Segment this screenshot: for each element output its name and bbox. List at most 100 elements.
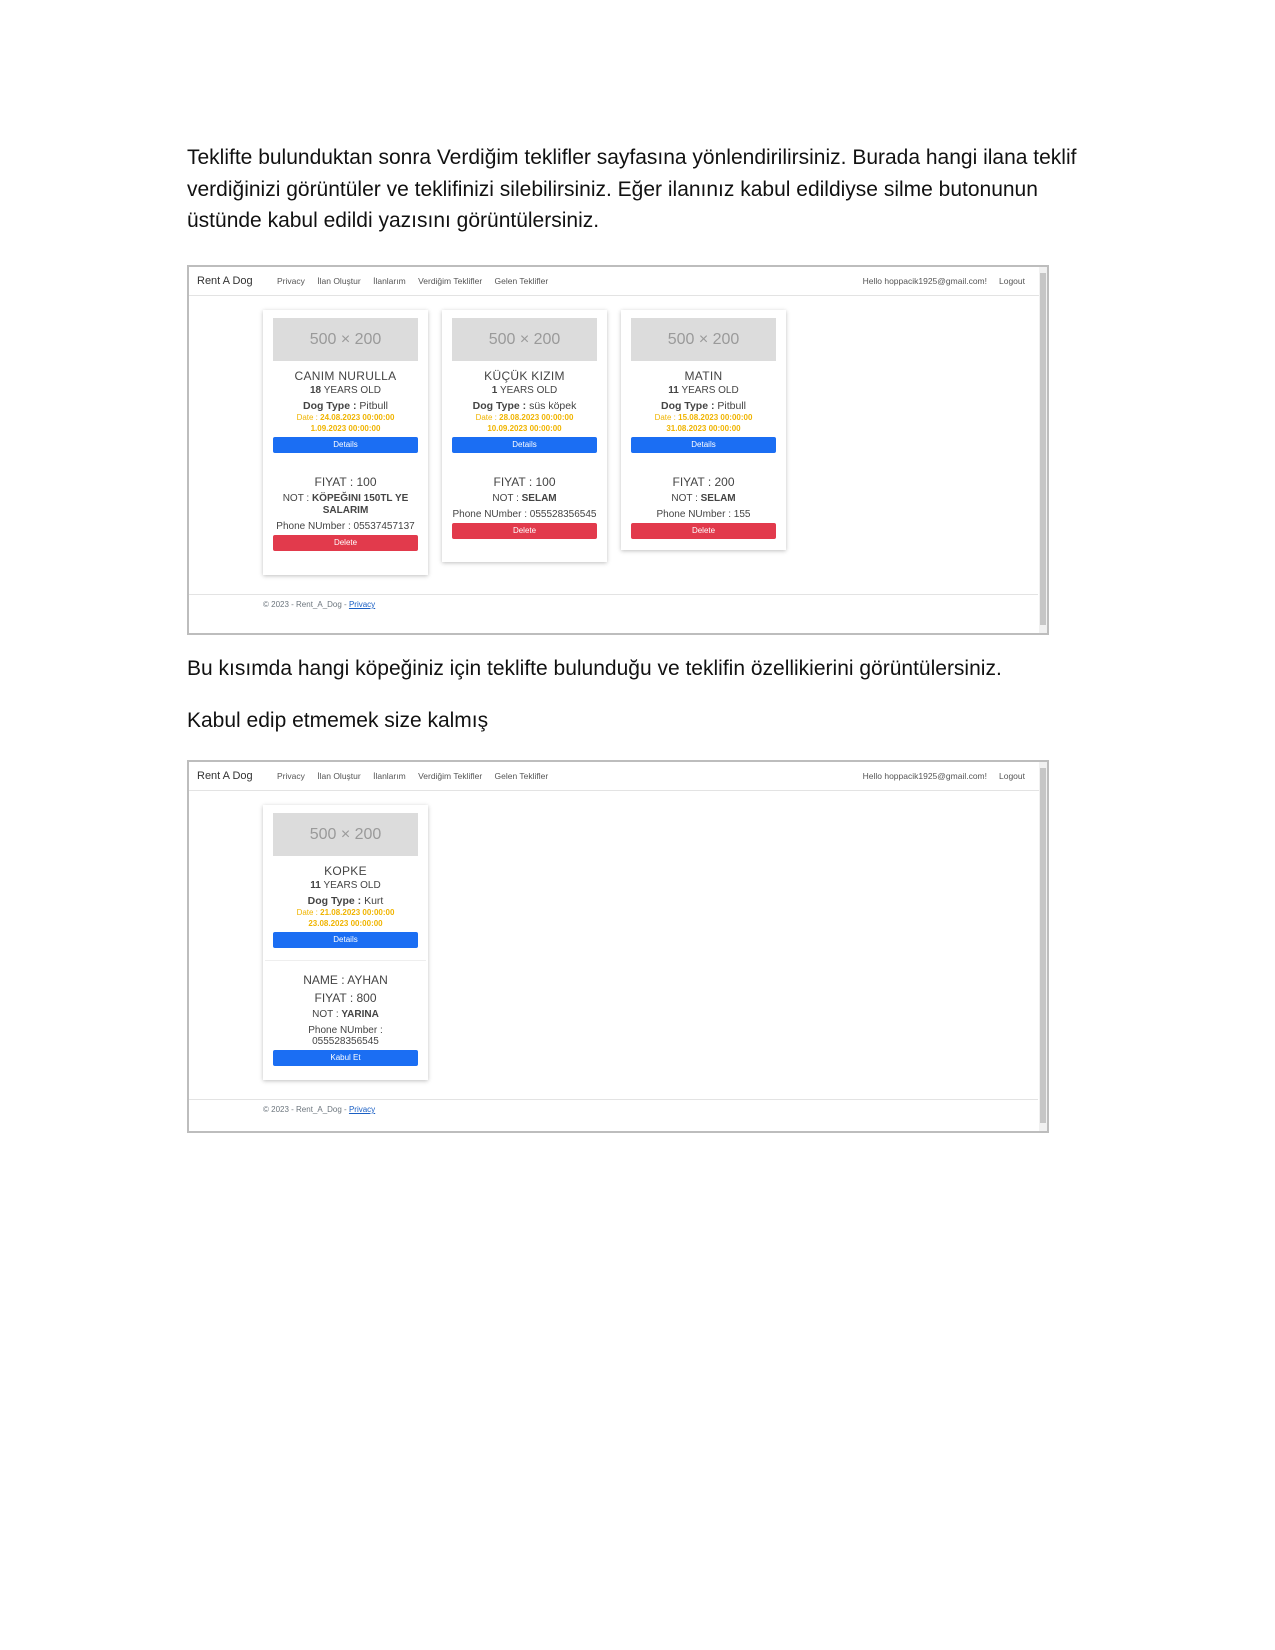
date-label: Date : bbox=[654, 413, 676, 422]
dog-type-label: Dog Type : bbox=[472, 400, 527, 412]
dog-image-placeholder: 500 × 200 bbox=[273, 813, 418, 856]
nav-link-privacy[interactable]: Privacy bbox=[277, 276, 305, 286]
offer-phone: Phone NUmber : 05537457137 bbox=[276, 521, 415, 532]
details-button[interactable]: Details bbox=[273, 437, 418, 453]
screenshot-given-offers: Rent A Dog Privacy İlan Oluştur İlanları… bbox=[187, 265, 1049, 635]
logout-link[interactable]: Logout bbox=[999, 276, 1025, 286]
details-button[interactable]: Details bbox=[631, 437, 776, 453]
offer-phone: Phone NUmber : 055528356545 bbox=[452, 509, 597, 520]
date-end: 1.09.2023 00:00:00 bbox=[310, 424, 381, 433]
user-greeting: Hello hoppacik1925@gmail.com! bbox=[862, 276, 987, 286]
dog-name: CANIM NURULLA bbox=[294, 369, 397, 383]
brand-link[interactable]: Rent A Dog bbox=[197, 275, 253, 287]
dog-image-placeholder: 500 × 200 bbox=[631, 318, 776, 361]
footer: © 2023 - Rent_A_Dog - Privacy bbox=[263, 600, 375, 609]
scrollbar[interactable] bbox=[1039, 267, 1047, 633]
dog-type: Kurt bbox=[364, 895, 384, 907]
dog-age: 11 bbox=[310, 880, 321, 891]
note-label: NOT : bbox=[312, 1009, 339, 1020]
nav-link-create-listing[interactable]: İlan Oluştur bbox=[317, 771, 360, 781]
delete-button[interactable]: Delete bbox=[631, 523, 776, 539]
footer-text: © 2023 - Rent_A_Dog - bbox=[263, 600, 349, 609]
dog-image-placeholder: 500 × 200 bbox=[452, 318, 597, 361]
date-label: Date : bbox=[296, 413, 318, 422]
offer-card: 500 × 200 MATIN 11 YEARS OLD Dog Type : … bbox=[621, 310, 786, 550]
screenshot-received-offers: Rent A Dog Privacy İlan Oluştur İlanları… bbox=[187, 760, 1049, 1133]
scrollbar[interactable] bbox=[1039, 762, 1047, 1131]
dog-age: 18 bbox=[310, 385, 322, 396]
note-label: NOT : bbox=[492, 493, 519, 504]
offer-price: FIYAT : 200 bbox=[672, 475, 735, 489]
note-label: NOT : bbox=[671, 493, 698, 504]
date-start: 15.08.2023 00:00:00 bbox=[678, 413, 753, 422]
received-offer-card: 500 × 200 KOPKE 11 YEARS OLD Dog Type : … bbox=[263, 805, 428, 1080]
date-end: 31.08.2023 00:00:00 bbox=[666, 424, 741, 433]
phone-label: Phone NUmber : bbox=[308, 1025, 383, 1036]
offerer-name: NAME : AYHAN bbox=[303, 973, 388, 987]
dog-type: Pitbull bbox=[359, 400, 388, 412]
footer: © 2023 - Rent_A_Dog - Privacy bbox=[263, 1105, 375, 1114]
dog-age: 1 bbox=[491, 385, 498, 396]
logout-link[interactable]: Logout bbox=[999, 771, 1025, 781]
date-start: 21.08.2023 00:00:00 bbox=[320, 908, 395, 917]
offer-note: SELAM bbox=[521, 493, 557, 504]
brand-link[interactable]: Rent A Dog bbox=[197, 770, 253, 782]
footer-divider bbox=[189, 1099, 1038, 1100]
nav-link-given-offers[interactable]: Verdiğim Teklifler bbox=[418, 771, 482, 781]
paragraph-offer-details: Bu kısımda hangi köpeğiniz için teklifte… bbox=[187, 657, 1002, 680]
offer-price: FIYAT : 800 bbox=[314, 991, 377, 1005]
dog-type-label: Dog Type : bbox=[302, 400, 357, 412]
date-label: Date : bbox=[296, 908, 318, 917]
footer-privacy-link[interactable]: Privacy bbox=[349, 600, 375, 609]
delete-button[interactable]: Delete bbox=[452, 523, 597, 539]
date-end: 23.08.2023 00:00:00 bbox=[308, 919, 383, 928]
dog-type-label: Dog Type : bbox=[660, 400, 715, 412]
offer-note: KÖPEĞINI 150TL YE SALARIM bbox=[311, 493, 409, 516]
date-start: 24.08.2023 00:00:00 bbox=[320, 413, 395, 422]
offer-phone: 055528356545 bbox=[312, 1036, 379, 1047]
nav-link-received-offers[interactable]: Gelen Teklifler bbox=[495, 276, 549, 286]
date-label: Date : bbox=[475, 413, 497, 422]
footer-privacy-link[interactable]: Privacy bbox=[349, 1105, 375, 1114]
dog-age: 11 bbox=[668, 385, 679, 396]
dog-name: MATIN bbox=[684, 369, 723, 383]
note-label: NOT : bbox=[282, 493, 310, 504]
delete-button[interactable]: Delete bbox=[273, 535, 418, 551]
footer-divider bbox=[189, 594, 1038, 595]
accept-button[interactable]: Kabul Et bbox=[273, 1050, 418, 1066]
offer-card: 500 × 200 CANIM NURULLA 18 YEARS OLD Dog… bbox=[263, 310, 428, 575]
nav-links: Privacy İlan Oluştur İlanlarım Verdiğim … bbox=[277, 771, 558, 781]
offer-note: SELAM bbox=[700, 493, 736, 504]
dog-type-label: Dog Type : bbox=[307, 895, 362, 907]
navbar: Rent A Dog Privacy İlan Oluştur İlanları… bbox=[189, 267, 1047, 296]
dog-image-placeholder: 500 × 200 bbox=[273, 318, 418, 361]
offer-price: FIYAT : 100 bbox=[493, 475, 556, 489]
dog-type: süs köpek bbox=[529, 400, 577, 412]
nav-link-my-listings[interactable]: İlanlarım bbox=[373, 276, 406, 286]
details-button[interactable]: Details bbox=[452, 437, 597, 453]
paragraph-accept: Kabul edip etmemek size kalmış bbox=[187, 709, 489, 732]
nav-link-given-offers[interactable]: Verdiğim Teklifler bbox=[418, 276, 482, 286]
nav-link-privacy[interactable]: Privacy bbox=[277, 771, 305, 781]
dog-type: Pitbull bbox=[717, 400, 746, 412]
dog-name: KOPKE bbox=[324, 864, 367, 878]
date-end: 10.09.2023 00:00:00 bbox=[487, 424, 562, 433]
user-greeting: Hello hoppacik1925@gmail.com! bbox=[862, 771, 987, 781]
paragraph-intro: Teklifte bulunduktan sonra Verdiğim tekl… bbox=[187, 146, 1077, 232]
age-label: YEARS OLD bbox=[323, 880, 381, 891]
nav-link-received-offers[interactable]: Gelen Teklifler bbox=[495, 771, 549, 781]
offer-phone: Phone NUmber : 155 bbox=[656, 509, 751, 520]
dog-name: KÜÇÜK KIZIM bbox=[484, 369, 565, 383]
age-label: YEARS OLD bbox=[499, 385, 558, 396]
nav-link-create-listing[interactable]: İlan Oluştur bbox=[317, 276, 360, 286]
details-button[interactable]: Details bbox=[273, 932, 418, 948]
offer-price: FIYAT : 100 bbox=[314, 475, 377, 489]
navbar: Rent A Dog Privacy İlan Oluştur İlanları… bbox=[189, 762, 1047, 791]
date-start: 28.08.2023 00:00:00 bbox=[499, 413, 574, 422]
footer-text: © 2023 - Rent_A_Dog - bbox=[263, 1105, 349, 1114]
offer-card: 500 × 200 KÜÇÜK KIZIM 1 YEARS OLD Dog Ty… bbox=[442, 310, 607, 562]
age-label: YEARS OLD bbox=[323, 385, 381, 396]
offer-note: YARINA bbox=[341, 1009, 379, 1020]
age-label: YEARS OLD bbox=[681, 385, 739, 396]
nav-link-my-listings[interactable]: İlanlarım bbox=[373, 771, 406, 781]
